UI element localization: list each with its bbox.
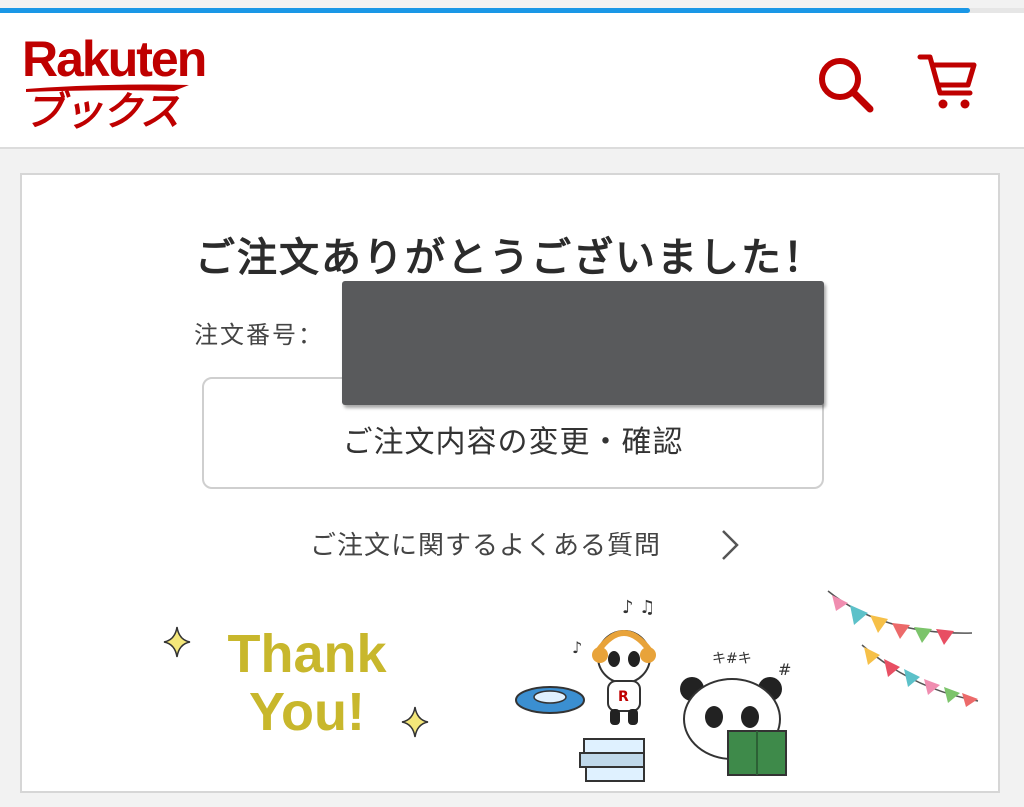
rakuten-books-logo[interactable]: Rakuten ブックス — [22, 31, 232, 143]
cart-icon — [917, 54, 977, 109]
svg-text:キ#キ: キ#キ — [712, 651, 752, 667]
svg-text:#: # — [778, 660, 791, 679]
search-button[interactable] — [814, 55, 878, 119]
order-number-label: 注文番号： — [194, 321, 324, 349]
site-header: Rakuten ブックス — [0, 13, 1024, 149]
svg-text:♪: ♪ — [572, 638, 582, 657]
order-faq-label: ご注文に関するよくある質問 — [310, 531, 662, 561]
order-faq-link[interactable]: ご注文に関するよくある質問 — [310, 525, 661, 565]
sparkle-icon — [163, 626, 191, 658]
logo-rakuten-text: Rakuten — [22, 31, 207, 87]
svg-text:♪ ♫: ♪ ♫ — [622, 597, 655, 618]
svg-text:R: R — [618, 689, 629, 705]
thank-you-illustration: Thank You! ♪ ♫ ♪ R キ#キ # — [22, 585, 998, 791]
order-number-row: 注文番号： — [194, 315, 324, 350]
change-confirm-order-label: ご注文内容の変更・確認 — [342, 425, 684, 460]
panda-reading-icon: キ#キ # — [680, 651, 791, 776]
logo-books-text: ブックス — [24, 89, 180, 135]
chevron-right-icon — [722, 530, 739, 560]
cart-button[interactable] — [916, 51, 980, 115]
order-complete-card: ご注文ありがとうございました！ 注文番号： ご注文内容の変更・確認 ご注文に関す… — [20, 173, 1000, 793]
page-title: ご注文ありがとうございました！ — [195, 235, 825, 281]
book-stack-icon — [579, 738, 645, 782]
thank-you-text: Thank You! — [227, 624, 387, 742]
redaction-overlay — [342, 281, 824, 405]
cd-player-icon — [515, 686, 585, 714]
bunting-flags-icon — [827, 590, 979, 707]
sparkle-icon — [401, 706, 429, 738]
search-icon — [819, 58, 874, 113]
